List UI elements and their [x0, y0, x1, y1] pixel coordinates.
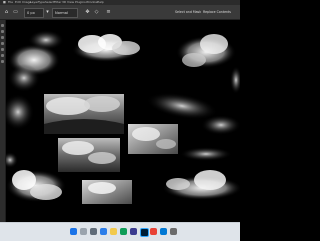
- widgets-icon[interactable]: [100, 228, 107, 235]
- marquee-tool-icon[interactable]: ▭: [12, 8, 19, 16]
- marquee-tool-icon[interactable]: [1, 30, 4, 33]
- cloud-texture-3: [176, 34, 236, 68]
- file-explorer-icon[interactable]: [110, 228, 117, 235]
- cloud-texture-9: [82, 180, 132, 204]
- align-icon[interactable]: ≡: [105, 8, 112, 16]
- crop-tool-icon[interactable]: [1, 42, 4, 45]
- chevron-down-icon[interactable]: ▾: [44, 8, 51, 16]
- cloud-texture-10: [6, 170, 66, 202]
- replace-contents-button[interactable]: Replace Contents: [203, 9, 231, 15]
- cloud-texture-8: [58, 138, 120, 172]
- cloud-texture-6: [44, 94, 124, 134]
- eraser-tool-icon[interactable]: [1, 54, 4, 57]
- transform-icon[interactable]: ◇: [93, 8, 100, 16]
- cloud-texture-1: [8, 30, 64, 92]
- photoshop-icon[interactable]: [140, 228, 149, 237]
- cloud-texture-5: [6, 94, 34, 130]
- move-icon[interactable]: ✥: [84, 8, 91, 16]
- taskbar: [0, 222, 240, 241]
- select-and-mask-button[interactable]: Select and Mask: [175, 9, 201, 15]
- feather-field[interactable]: 0 px: [24, 8, 44, 18]
- move-tool-icon[interactable]: [1, 24, 4, 27]
- cloud-collage: [6, 30, 240, 204]
- style-dropdown[interactable]: Normal: [52, 8, 78, 18]
- home-icon[interactable]: ⌂: [3, 8, 10, 16]
- cloud-texture-12: [180, 147, 232, 161]
- task-view-icon[interactable]: [90, 228, 97, 235]
- chrome-icon[interactable]: [150, 228, 157, 235]
- start-icon[interactable]: [70, 228, 77, 235]
- search-icon[interactable]: [80, 228, 87, 235]
- document-canvas[interactable]: [6, 20, 240, 222]
- options-bar: ⌂ ▭ 0 px ▾ Normal ✥ ◇ ≡ Select and Mask …: [0, 5, 240, 20]
- settings-icon[interactable]: [170, 228, 177, 235]
- lasso-tool-icon[interactable]: [1, 36, 4, 39]
- store-icon[interactable]: [130, 228, 137, 235]
- cloud-texture-2: [72, 34, 140, 62]
- cloud-texture-7: [128, 124, 178, 154]
- text-tool-icon[interactable]: [1, 60, 4, 63]
- cloud-texture-11: [162, 170, 240, 200]
- edge-icon[interactable]: [120, 228, 127, 235]
- mail-icon[interactable]: [160, 228, 167, 235]
- brush-tool-icon[interactable]: [1, 48, 4, 51]
